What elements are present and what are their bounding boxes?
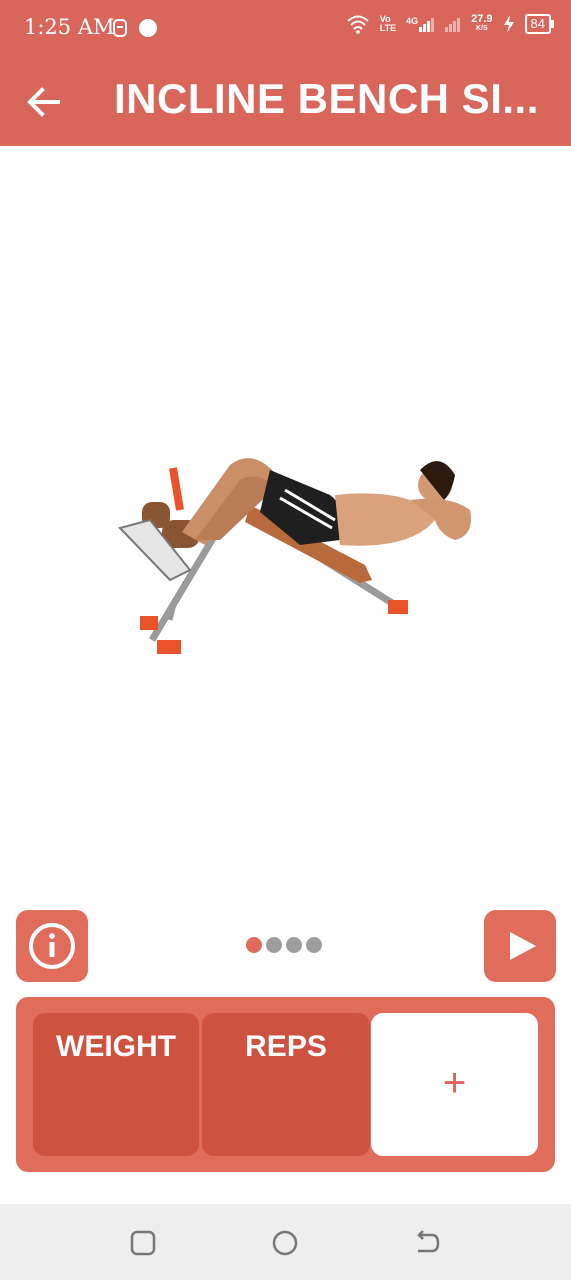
notification-icon xyxy=(113,19,127,37)
page-dot-2[interactable] xyxy=(266,937,282,953)
system-nav-bar xyxy=(0,1204,571,1280)
volte-indicator: Vo LTE xyxy=(379,14,397,33)
battery-indicator: 84 xyxy=(524,14,555,34)
back-nav-icon[interactable] xyxy=(414,1230,440,1256)
status-bar: 1:25 AM Vo LTE 4G 27.9 K/S 84 xyxy=(0,0,571,56)
page-indicator[interactable] xyxy=(246,937,322,953)
network-speed: 27.9 K/S xyxy=(471,13,493,33)
signal-2-icon xyxy=(445,18,461,32)
page-dot-4[interactable] xyxy=(306,937,322,953)
reps-field[interactable]: REPS xyxy=(202,1013,370,1156)
square-icon[interactable] xyxy=(130,1230,156,1256)
page-dot-1[interactable] xyxy=(246,937,262,953)
play-icon xyxy=(510,932,536,960)
status-icons: Vo LTE 4G 27.9 K/S 84 xyxy=(346,13,555,34)
record-dot-icon xyxy=(139,19,157,37)
exercise-illustration xyxy=(118,458,471,654)
add-set-button[interactable]: + xyxy=(371,1013,538,1156)
back-arrow-icon[interactable] xyxy=(24,82,64,122)
circle-icon[interactable] xyxy=(272,1230,298,1256)
weight-field[interactable]: WEIGHT xyxy=(33,1013,199,1156)
signal-4g: 4G xyxy=(406,16,435,32)
status-time: 1:25 AM xyxy=(24,15,115,39)
play-button[interactable] xyxy=(484,910,556,982)
signal-icon xyxy=(419,18,435,32)
info-button[interactable] xyxy=(16,910,88,982)
log-panel: WEIGHT REPS + xyxy=(16,997,555,1172)
info-icon xyxy=(29,923,75,969)
charging-icon xyxy=(503,15,514,33)
app-header: 1:25 AM Vo LTE 4G 27.9 K/S 84 INCLINE BE… xyxy=(0,0,571,146)
wifi-icon xyxy=(347,15,369,34)
page-dot-3[interactable] xyxy=(286,937,302,953)
page-title: INCLINE BENCH SI... xyxy=(114,75,539,122)
